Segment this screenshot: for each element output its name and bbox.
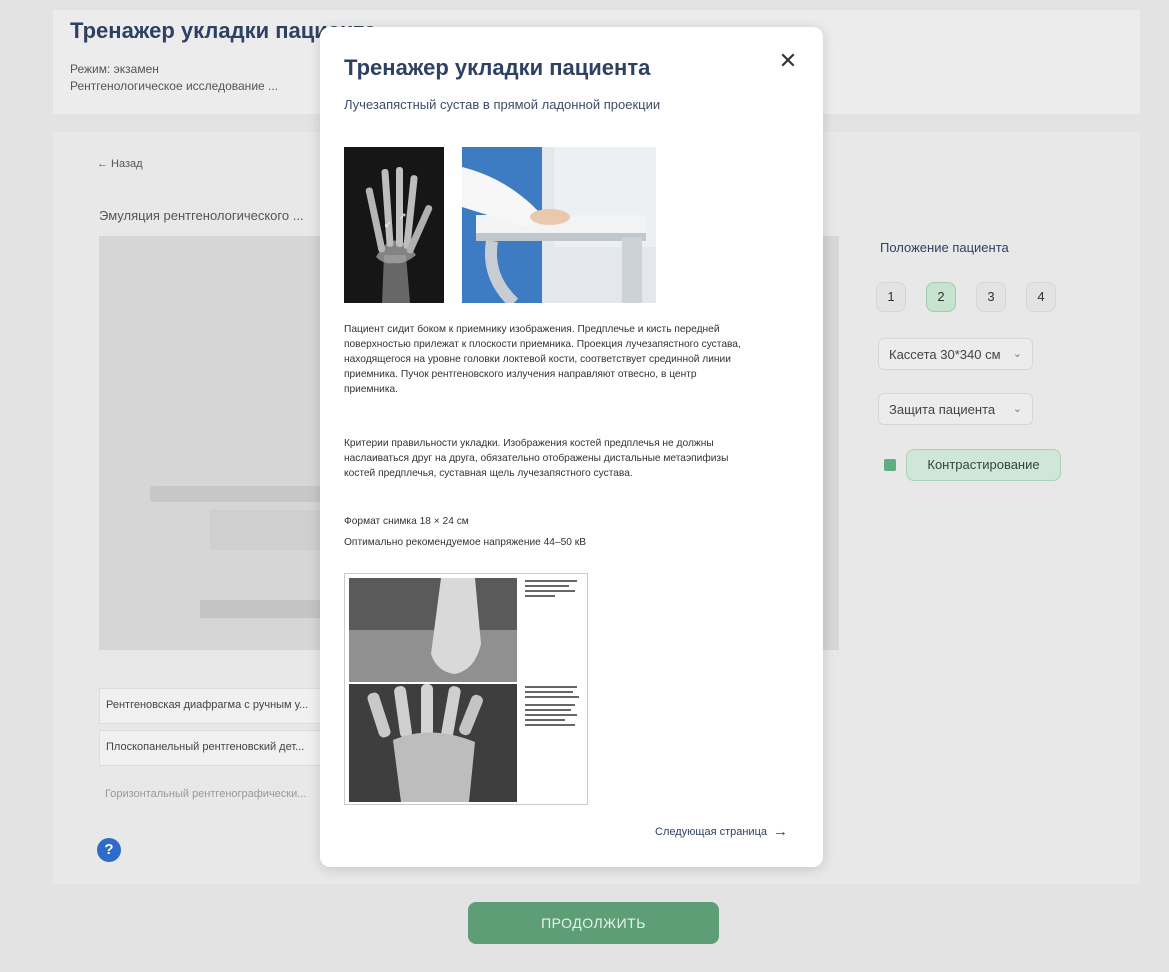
contrast-button[interactable]: Контрастирование	[906, 449, 1061, 481]
modal-subtitle: Лучезапястный сустав в прямой ладонной п…	[344, 97, 661, 112]
equipment-item[interactable]: Плоскопанельный рентгеновский дет...	[99, 730, 327, 766]
protection-select-value: Защита пациента	[889, 402, 996, 417]
wrist-xray-image: ↙ ↗	[344, 147, 444, 303]
position-button-3[interactable]: 3	[976, 282, 1006, 312]
close-icon[interactable]: ✕	[776, 49, 800, 73]
back-link[interactable]: ← Назад	[97, 158, 143, 170]
next-page-link[interactable]: Следующая страница →	[655, 823, 788, 840]
study-text: Рентгенологическое исследование ...	[70, 79, 279, 93]
equipment-item[interactable]: Горизонтальный рентгенографически...	[99, 778, 327, 814]
positioning-photo	[462, 147, 656, 303]
position-button-1[interactable]: 1	[876, 282, 906, 312]
mode-text: Режим: экзамен	[70, 62, 159, 76]
chevron-down-icon: ⌄	[1012, 403, 1022, 415]
modal-title: Тренажер укладки пациента	[344, 55, 651, 80]
textbook-scan-image	[344, 573, 588, 805]
modal-paragraph: Пациент сидит боком к приемнику изображе…	[344, 324, 741, 395]
cassette-select-value: Кассета 30*340 см	[889, 347, 1001, 362]
continue-button[interactable]: ПРОДОЛЖИТЬ	[468, 902, 719, 944]
contrast-checkbox[interactable]	[884, 459, 896, 471]
modal-paragraph: Критерии правильности укладки. Изображен…	[344, 438, 729, 479]
chevron-down-icon: ⌄	[1012, 348, 1022, 360]
svg-text:↗: ↗	[399, 211, 407, 221]
instruction-modal: Тренажер укладки пациента ✕ Лучезапястны…	[320, 27, 823, 867]
position-button-2[interactable]: 2	[926, 282, 956, 312]
cassette-select[interactable]: Кассета 30*340 см ⌄	[878, 338, 1033, 370]
modal-paragraph: Оптимально рекомендуемое напряжение 44–5…	[344, 537, 587, 548]
position-button-4[interactable]: 4	[1026, 282, 1056, 312]
question-circle-icon[interactable]: ?	[97, 838, 121, 862]
arrow-right-icon: →	[773, 823, 788, 840]
next-page-label: Следующая страница	[655, 826, 767, 838]
modal-paragraph: Формат снимка 18 × 24 см	[344, 516, 469, 527]
svg-text:↙: ↙	[384, 219, 392, 229]
position-title: Положение пациента	[880, 240, 1009, 255]
protection-select[interactable]: Защита пациента ⌄	[878, 393, 1033, 425]
emulation-label: Эмуляция рентгенологического ...	[99, 208, 304, 223]
equipment-item[interactable]: Рентгеновская диафрагма с ручным у...	[99, 688, 327, 724]
